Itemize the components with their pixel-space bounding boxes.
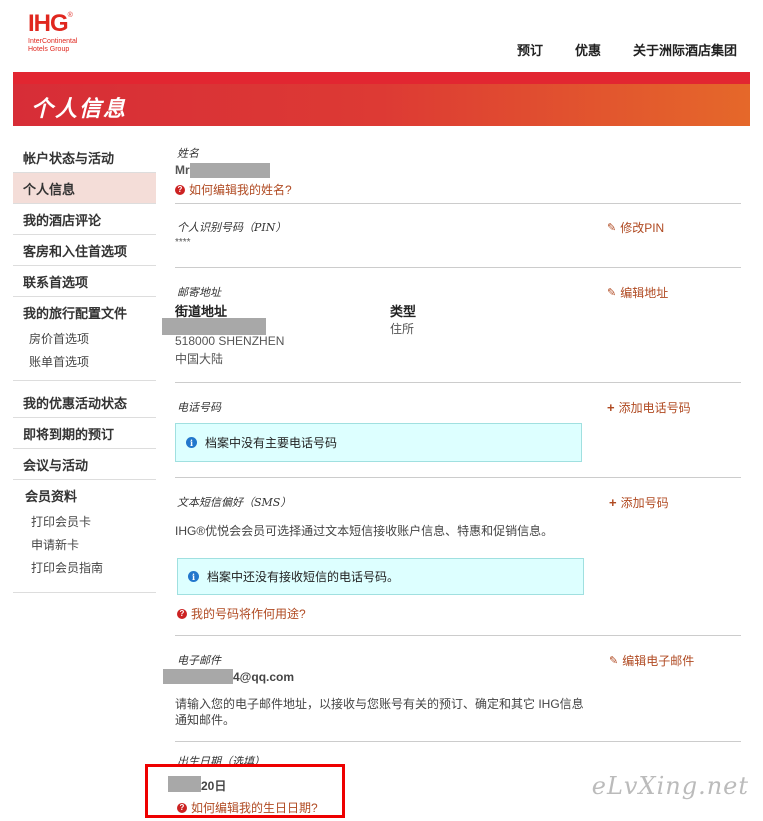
top-navigation: 预订 优惠 关于洲际酒店集团: [485, 40, 737, 59]
logo-subtitle-1: InterContinental: [28, 38, 78, 45]
nav-booking[interactable]: 预订: [517, 40, 543, 59]
info-icon: i: [186, 437, 197, 448]
name-value: Mr: [175, 163, 190, 177]
no-phone-info-box: i 档案中没有主要电话号码: [175, 423, 582, 462]
plus-icon: +: [607, 400, 615, 415]
nav-offers[interactable]: 优惠: [575, 40, 601, 59]
sidebar-subitem-new-card[interactable]: 申请新卡: [13, 534, 156, 557]
pin-value: ****: [175, 237, 191, 248]
sidebar-subitem-rate-preferences[interactable]: 房价首选项: [13, 328, 156, 351]
sidebar-item-personal-info[interactable]: 个人信息: [13, 173, 156, 204]
no-sms-info-box: i 档案中还没有接收短信的电话号码。: [177, 558, 584, 595]
logo-subtitle-2: Hotels Group: [28, 46, 70, 53]
watermark: eLvXing.net: [591, 772, 749, 800]
sidebar-group-travel-profile: 我的旅行配置文件 房价首选项 账单首选项: [13, 297, 156, 381]
edit-address-link[interactable]: ✎ 编辑地址: [607, 284, 668, 301]
sidebar-item-meetings-events[interactable]: 会议与活动: [13, 449, 156, 480]
sidebar: 帐户状态与活动 个人信息 我的酒店评论 客房和入住首选项 联系首选项 我的旅行配…: [13, 142, 156, 593]
nav-about-ihg[interactable]: 关于洲际酒店集团: [633, 40, 737, 59]
sidebar-subitem-billing-preferences[interactable]: 账单首选项: [13, 351, 156, 374]
redacted-email: [163, 669, 233, 684]
type-value: 住所: [390, 322, 415, 336]
redacted-name: [190, 163, 270, 178]
page-title: 个人信息: [31, 96, 128, 122]
pencil-icon: ✎: [607, 287, 617, 299]
no-sms-info-text: 档案中还没有接收短信的电话号码。: [207, 570, 400, 584]
address-city: 518000 SHENZHEN: [175, 334, 285, 348]
no-phone-info-text: 档案中没有主要电话号码: [205, 436, 338, 450]
divider: [175, 741, 741, 742]
name-label: 姓名: [177, 147, 199, 160]
sidebar-item-room-preferences[interactable]: 客房和入住首选项: [13, 235, 156, 266]
edit-email-text: 编辑电子邮件: [622, 654, 695, 668]
type-label: 类型: [390, 304, 417, 319]
sidebar-item-upcoming-reservations[interactable]: 即将到期的预订: [13, 418, 156, 449]
red-highlight-box: [145, 764, 345, 818]
sms-description: IHG®优悦会会员可选择通过文本短信接收账户信息、特惠和促销信息。: [175, 524, 554, 538]
sidebar-item-offer-status[interactable]: 我的优惠活动状态: [13, 387, 156, 418]
divider: [175, 267, 741, 268]
sidebar-item-hotel-reviews[interactable]: 我的酒店评论: [13, 204, 156, 235]
change-pin-text: 修改PIN: [620, 221, 665, 235]
number-usage-help-link[interactable]: ? 我的号码将作何用途?: [177, 605, 306, 622]
question-icon: ?: [175, 184, 185, 195]
info-icon: i: [188, 571, 199, 582]
add-phone-link[interactable]: + 添加电话号码: [607, 399, 691, 416]
phone-label: 电话号码: [177, 401, 221, 414]
sidebar-subitem-print-card[interactable]: 打印会员卡: [13, 511, 156, 534]
add-phone-text: 添加电话号码: [618, 401, 691, 415]
add-number-text: 添加号码: [620, 496, 669, 510]
add-number-link[interactable]: + 添加号码: [609, 494, 669, 511]
pin-label: 个人识别号码（PIN）: [177, 221, 287, 234]
divider: [175, 477, 741, 478]
page-banner: 个人信息: [13, 72, 750, 126]
redacted-street: [162, 318, 266, 335]
divider: [175, 382, 741, 383]
address-country: 中国大陆: [175, 352, 224, 366]
email-description-line1: 请输入您的电子邮件地址，以接收与您账号有关的预订、确定和其它 IHG信息: [175, 697, 584, 711]
email-description-line2: 通知邮件。: [175, 713, 236, 727]
email-value: 4@qq.com: [233, 670, 295, 684]
sidebar-item-account-status[interactable]: 帐户状态与活动: [13, 142, 156, 173]
sidebar-subitem-print-guide[interactable]: 打印会员指南: [13, 557, 156, 580]
email-label: 电子邮件: [177, 654, 221, 667]
pencil-icon: ✎: [607, 222, 617, 234]
question-icon: ?: [177, 608, 187, 619]
sidebar-group-member: 会员资料 打印会员卡 申请新卡 打印会员指南: [13, 480, 156, 593]
edit-name-help-link[interactable]: ? 如何编辑我的姓名?: [175, 181, 292, 198]
sidebar-item-travel-profile[interactable]: 我的旅行配置文件: [13, 297, 156, 328]
change-pin-link[interactable]: ✎ 修改PIN: [607, 219, 664, 236]
divider: [175, 203, 741, 204]
edit-address-text: 编辑地址: [620, 286, 669, 300]
registered-mark: ®: [67, 12, 73, 19]
edit-email-link[interactable]: ✎ 编辑电子邮件: [609, 652, 694, 669]
edit-name-help-text: 如何编辑我的姓名?: [189, 183, 292, 197]
ihg-logo[interactable]: IHG® InterContinental Hotels Group: [28, 12, 98, 56]
pencil-icon: ✎: [609, 655, 619, 667]
number-usage-help-text: 我的号码将作何用途?: [191, 607, 306, 621]
address-label: 邮寄地址: [177, 286, 221, 299]
sidebar-item-member-profile[interactable]: 会员资料: [13, 480, 156, 511]
plus-icon: +: [609, 495, 617, 510]
sidebar-item-contact-preferences[interactable]: 联系首选项: [13, 266, 156, 297]
logo-text: IHG: [28, 10, 69, 37]
sms-label: 文本短信偏好（SMS）: [177, 496, 292, 509]
divider: [175, 635, 741, 636]
